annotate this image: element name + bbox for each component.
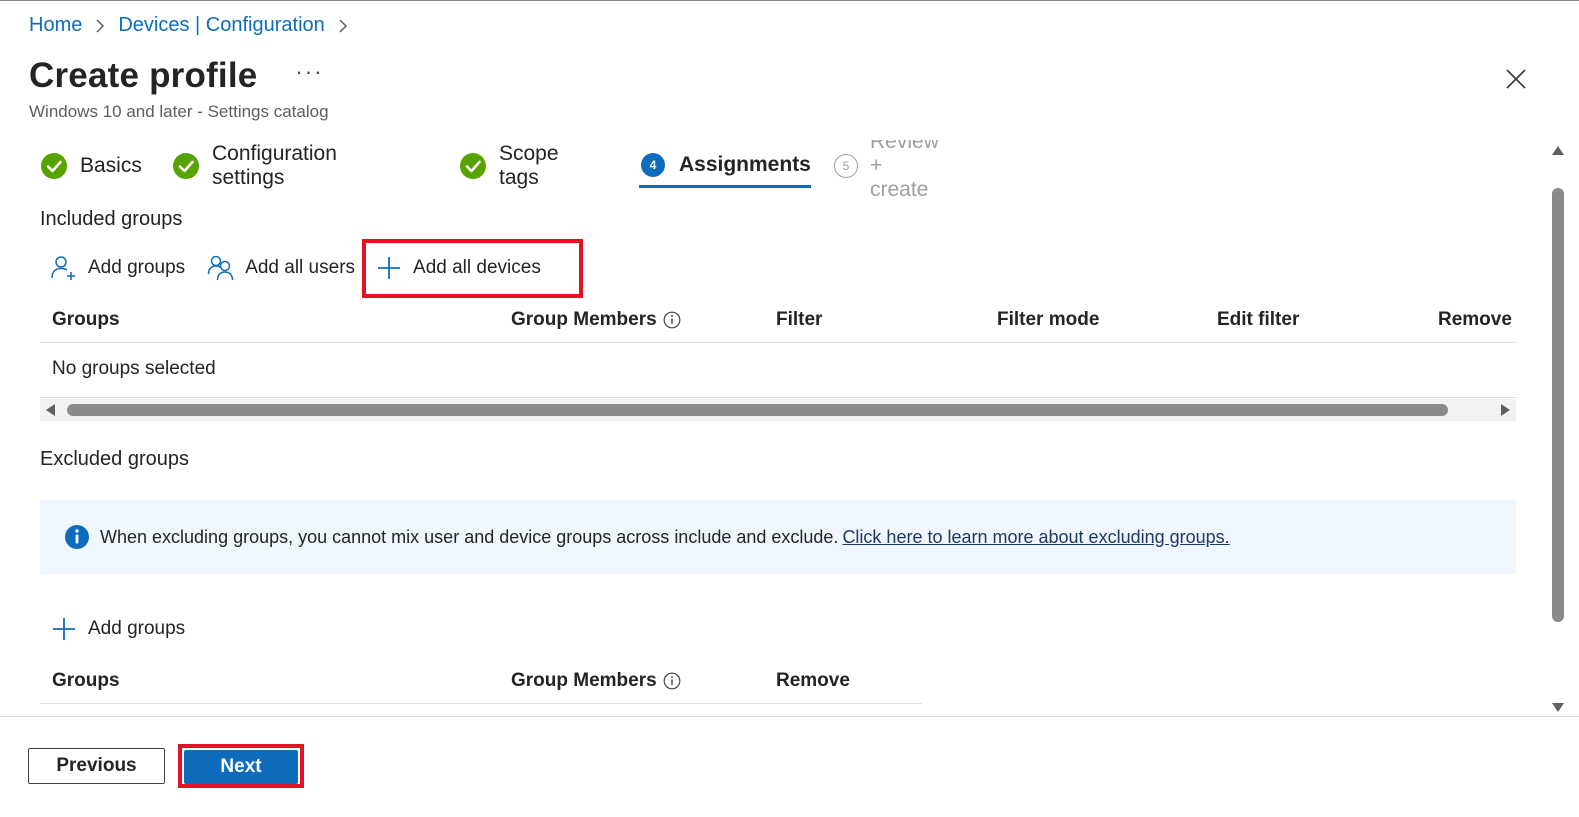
check-circle-icon <box>459 152 487 180</box>
add-all-users-label: Add all users <box>245 257 356 278</box>
add-groups-label: Add groups <box>88 257 186 278</box>
scroll-left-icon[interactable] <box>46 404 55 416</box>
column-group-members: Group Members <box>511 670 681 692</box>
column-filter: Filter <box>776 309 823 330</box>
excluded-groups-heading: Excluded groups <box>40 448 189 470</box>
tab-basics[interactable]: Basics <box>40 144 142 188</box>
column-group-members: Group Members <box>511 309 681 331</box>
included-groups-heading: Included groups <box>40 208 183 230</box>
column-remove: Remove <box>776 670 850 691</box>
column-groups: Groups <box>52 670 120 691</box>
wizard-footer: Previous Next <box>0 716 1579 817</box>
page-title: Create profile <box>29 56 258 95</box>
page-subtitle: Windows 10 and later - Settings catalog <box>29 102 329 121</box>
excluded-add-groups-button[interactable]: Add groups <box>50 609 185 649</box>
tab-label: Review + create <box>870 140 939 201</box>
tab-scope-tags[interactable]: Scope tags <box>459 142 559 189</box>
excluded-command-bar: Add groups <box>50 609 185 649</box>
scroll-down-icon[interactable] <box>1552 703 1564 712</box>
wizard-content: Basics Configuration settings Scope tags… <box>0 140 1545 716</box>
scrollbar-thumb[interactable] <box>67 404 1448 416</box>
highlight-next-button <box>178 744 304 788</box>
chevron-right-icon <box>95 18 105 34</box>
tab-label: Basics <box>80 154 142 177</box>
breadcrumb-home[interactable]: Home <box>29 14 82 37</box>
learn-more-link[interactable]: Click here to learn more about excluding… <box>842 527 1229 548</box>
excluded-table-header: Groups Group Members Remove <box>40 658 922 704</box>
chevron-right-icon <box>338 18 348 34</box>
scrollbar-thumb[interactable] <box>1552 188 1564 622</box>
plus-icon <box>50 615 78 643</box>
column-filter-mode: Filter mode <box>997 309 1100 330</box>
title-row: Create profile ··· <box>29 56 323 96</box>
people-icon <box>207 254 235 282</box>
check-circle-icon <box>40 152 68 180</box>
info-icon[interactable] <box>663 672 681 690</box>
highlight-add-all-devices <box>362 239 583 298</box>
exclusion-info-banner: When excluding groups, you cannot mix us… <box>40 500 1516 574</box>
column-edit-filter: Edit filter <box>1217 309 1300 330</box>
check-circle-icon <box>172 152 200 180</box>
window-top-border <box>0 0 1579 1</box>
tab-label: Scope tags <box>499 142 559 189</box>
tab-label: Configuration settings <box>212 142 337 189</box>
breadcrumb-devices-configuration[interactable]: Devices | Configuration <box>118 14 324 37</box>
tab-assignments[interactable]: 4 Assignments <box>639 144 811 188</box>
close-button[interactable] <box>1503 66 1529 92</box>
step-number-icon: 4 <box>639 151 667 179</box>
info-icon[interactable] <box>663 311 681 329</box>
add-groups-button[interactable]: Add groups <box>50 248 185 288</box>
close-icon <box>1506 69 1526 89</box>
breadcrumb: Home Devices | Configuration <box>29 14 361 37</box>
step-number-icon: 5 <box>834 152 858 180</box>
more-options-icon[interactable]: ··· <box>295 61 323 83</box>
scroll-up-icon[interactable] <box>1552 146 1564 155</box>
column-groups: Groups <box>52 309 120 330</box>
column-remove: Remove <box>1438 309 1512 330</box>
empty-groups-row: No groups selected <box>40 346 1516 398</box>
tab-review-create[interactable]: 5 Review + create <box>834 140 943 201</box>
add-all-users-button[interactable]: Add all users <box>207 248 355 288</box>
tab-configuration-settings[interactable]: Configuration settings <box>172 142 337 189</box>
vertical-scrollbar[interactable] <box>1549 140 1567 716</box>
tab-label: Assignments <box>679 152 811 176</box>
horizontal-scrollbar[interactable] <box>40 399 1516 421</box>
scroll-right-icon[interactable] <box>1501 404 1510 416</box>
previous-button[interactable]: Previous <box>28 748 165 784</box>
add-groups-label: Add groups <box>88 618 186 639</box>
included-table-header: Groups Group Members Filter Filter mode … <box>40 297 1516 343</box>
info-icon <box>64 524 90 550</box>
info-banner-text: When excluding groups, you cannot mix us… <box>100 526 839 547</box>
add-user-icon <box>50 254 78 282</box>
